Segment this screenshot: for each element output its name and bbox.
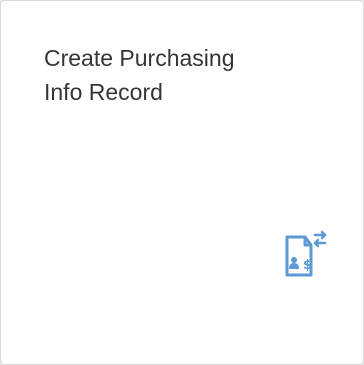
tile-title-line-1: Create Purchasing bbox=[44, 45, 235, 71]
tile-footer bbox=[1, 358, 363, 364]
purchasing-info-record-icon: $ bbox=[277, 227, 335, 285]
app-tile-create-purchasing-info-record[interactable]: Create Purchasing Info Record $ bbox=[0, 0, 364, 365]
svg-text:$: $ bbox=[303, 258, 312, 273]
tile-title-line-2: Info Record bbox=[44, 79, 163, 105]
tile-title: Create Purchasing Info Record bbox=[44, 41, 334, 109]
